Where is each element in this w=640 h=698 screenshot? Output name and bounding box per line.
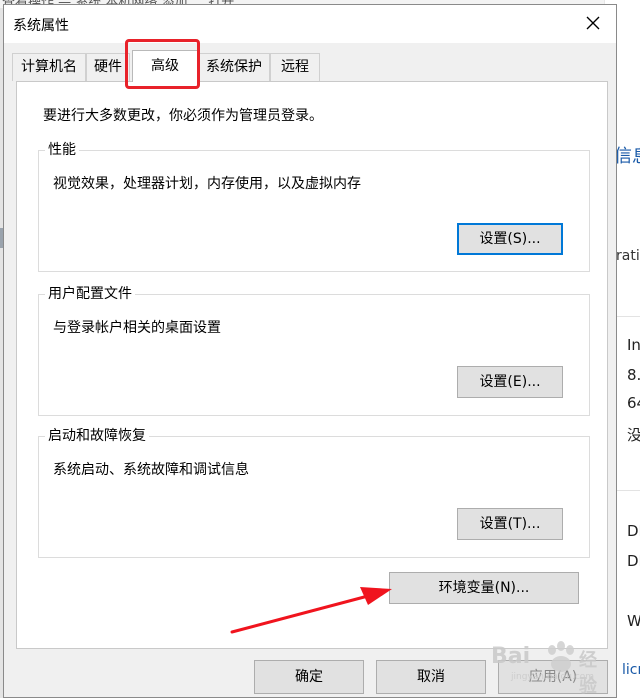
startup-recovery-group-label: 启动和故障恢复 (45, 427, 149, 445)
admin-note: 要进行大多数更改，你必须作为管理员登录。 (43, 108, 323, 124)
user-profiles-settings-button[interactable]: 设置(E)... (457, 366, 563, 398)
user-profiles-description: 与登录帐户相关的桌面设置 (53, 320, 221, 336)
close-button[interactable] (580, 10, 606, 36)
background-text-fragment: DI (627, 522, 640, 540)
user-profiles-group: 用户配置文件 与登录帐户相关的桌面设置 设置(E)... (38, 285, 590, 416)
background-text-fragment: DI (627, 552, 640, 570)
background-text-fragment: rati (616, 248, 640, 264)
environment-variables-label: 环境变量(N)... (438, 580, 530, 596)
user-profiles-group-label: 用户配置文件 (45, 285, 135, 303)
performance-description: 视觉效果，处理器计划，内存使用，以及虚拟内存 (53, 176, 361, 192)
dialog-title: 系统属性 (13, 18, 69, 34)
background-link-fragment: licr (622, 662, 640, 678)
active-tab-highlight (125, 39, 200, 89)
watermark-url: jingyan.baidu.com (511, 672, 595, 682)
background-text-fragment: 没 (627, 426, 640, 444)
startup-recovery-settings-button[interactable]: 设置(T)... (457, 508, 563, 540)
background-text-fragment: 信息 (614, 146, 640, 167)
close-icon (586, 16, 600, 30)
paw-icon (548, 641, 574, 672)
tab-computer-name[interactable]: 计算机名 (12, 53, 86, 81)
startup-recovery-description: 系统启动、系统故障和调试信息 (53, 462, 249, 478)
performance-settings-label: 设置(S)... (479, 231, 541, 247)
background-text-fragment: 8. (627, 366, 640, 384)
system-properties-dialog: 系统属性 计算机名 硬件 高级 系统保护 远程 要进行大多数更改，你必须作为管理… (3, 4, 617, 698)
advanced-tab-panel: 要进行大多数更改，你必须作为管理员登录。 性能 视觉效果，处理器计划，内存使用，… (16, 81, 608, 649)
ok-button[interactable]: 确定 (254, 660, 364, 694)
cancel-button[interactable]: 取消 (376, 660, 486, 694)
performance-group-label: 性能 (45, 141, 79, 159)
startup-recovery-group: 启动和故障恢复 系统启动、系统故障和调试信息 设置(T)... (38, 427, 590, 558)
watermark-brand: Bai (491, 644, 531, 669)
tab-hardware[interactable]: 硬件 (86, 53, 130, 81)
environment-variables-button[interactable]: 环境变量(N)... (389, 572, 579, 604)
title-bar[interactable]: 系统属性 (4, 5, 616, 43)
tab-remote[interactable]: 远程 (270, 53, 320, 81)
baidu-jingyan-watermark: Bai 经验 jingyan.baidu.com (491, 638, 610, 697)
background-text-fragment: W (627, 612, 640, 630)
user-profiles-settings-label: 设置(E)... (479, 374, 541, 390)
performance-group: 性能 视觉效果，处理器计划，内存使用，以及虚拟内存 设置(S)... (38, 141, 590, 272)
tab-system-protection[interactable]: 系统保护 (198, 53, 270, 81)
performance-settings-button[interactable]: 设置(S)... (457, 223, 563, 255)
background-text-fragment: 64 (627, 394, 640, 412)
startup-recovery-settings-label: 设置(T)... (479, 516, 541, 532)
background-text-fragment: In (627, 336, 640, 354)
